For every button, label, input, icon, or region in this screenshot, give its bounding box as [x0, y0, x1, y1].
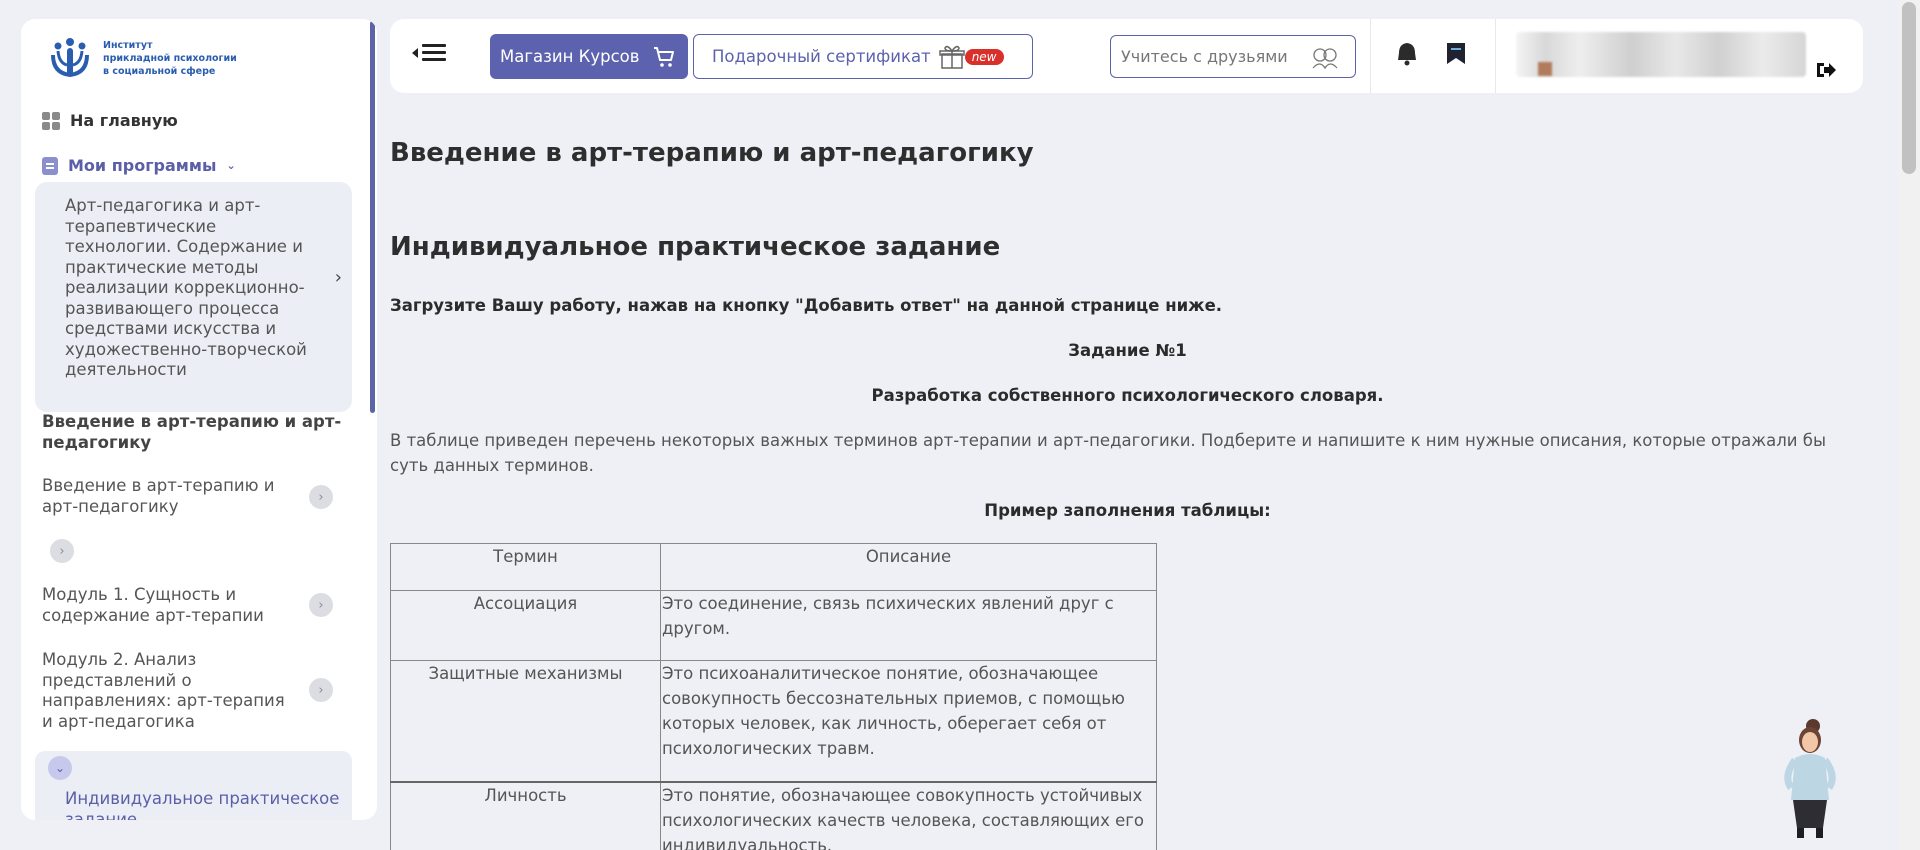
chat-icon[interactable] [1444, 41, 1468, 67]
nav-my-programs[interactable]: Мои программы ⌄ [42, 156, 236, 175]
logo-line-2: прикладной психологии [103, 52, 237, 64]
top-bar: Магазин Курсов Подарочный сертификат new [390, 19, 1863, 93]
sidebar-item-label: Введение в арт-терапию и арт-педагогику [42, 476, 275, 516]
chevron-right-icon[interactable]: › [309, 593, 333, 617]
divider [1370, 19, 1371, 93]
chevron-right-icon[interactable]: › [50, 539, 74, 563]
shop-courses-button[interactable]: Магазин Курсов [490, 34, 688, 79]
new-badge: new [964, 48, 1004, 65]
table-cell-term: Ассоциация [390, 590, 661, 661]
chevron-down-icon: ⌄ [226, 159, 236, 172]
dashboard-icon [42, 111, 60, 130]
chevron-right-icon[interactable]: › [309, 485, 333, 509]
task-number: Задание №1 [1068, 341, 1187, 360]
table-row: Ассоциация Это соединение, связь психиче… [390, 590, 1157, 661]
friends-icon [1312, 47, 1338, 69]
logo-line-3: в социальной сфере [103, 65, 216, 77]
shop-courses-label: Магазин Курсов [500, 47, 640, 66]
table-header-row: Термин Описание [390, 543, 1157, 591]
divider [1495, 19, 1496, 93]
task-description: В таблице приведен перечень некоторых ва… [390, 431, 1826, 475]
sidebar-item-label: Модуль 2. Анализ представлений о направл… [42, 650, 285, 731]
program-title: Арт-педагогика и арт-терапевтические тех… [65, 196, 307, 379]
chevron-down-icon[interactable]: ⌄ [48, 756, 72, 780]
invite-friends-field[interactable] [1110, 35, 1356, 78]
logout-icon[interactable] [1815, 61, 1837, 79]
chevron-right-icon[interactable]: › [309, 678, 333, 702]
nav-home-label: На главную [70, 111, 178, 130]
sidebar-item-module-1[interactable]: Модуль 1. Сущность и содержание арт-тера… [42, 585, 342, 626]
section-title: Введение в арт-терапию и арт-педагогику [42, 412, 342, 452]
program-card[interactable]: Арт-педагогика и арт-терапевтические тех… [35, 182, 352, 412]
menu-toggle-button[interactable] [412, 44, 446, 61]
sidebar: Институт прикладной психологии в социаль… [21, 19, 377, 820]
institute-logo[interactable]: Институт прикладной психологии в социаль… [45, 33, 237, 83]
user-profile-blurred[interactable] [1516, 32, 1806, 77]
table-cell-description: Это соединение, связь психических явлени… [660, 590, 1157, 661]
assistant-mascot-icon[interactable] [1777, 716, 1843, 840]
page-scrollbar-thumb[interactable] [1902, 2, 1916, 174]
table-cell-description: Это понятие, обозначающее совокупность у… [660, 781, 1157, 850]
sidebar-item-intro[interactable]: Введение в арт-терапию и арт-педагогику [42, 476, 342, 517]
nav-my-programs-label: Мои программы [68, 156, 217, 175]
example-title: Пример заполнения таблицы: [984, 501, 1271, 520]
collapse-arrow-icon [412, 47, 418, 58]
hamburger-icon [422, 44, 446, 61]
page-scrollbar[interactable] [1898, 0, 1920, 850]
page-subtitle: Индивидуальное практическое задание [390, 232, 1001, 262]
nav-home[interactable]: На главную [42, 111, 178, 130]
table-cell-term: Защитные механизмы [390, 660, 661, 782]
invite-friends-input[interactable] [1121, 47, 1311, 66]
sidebar-item-label: Модуль 1. Сущность и содержание арт-тера… [42, 585, 264, 625]
table-cell-term: Личность [390, 781, 661, 850]
example-table: Термин Описание Ассоциация Это соединени… [390, 543, 1157, 850]
table-header-description: Описание [660, 543, 1157, 591]
institute-logo-text: Институт прикладной психологии в социаль… [103, 39, 237, 78]
sidebar-item-active[interactable]: ⌄ Индивидуальное практическое задание [35, 751, 352, 820]
institute-logo-icon [51, 38, 89, 78]
sidebar-item-active-label: Индивидуальное практическое задание [65, 789, 340, 820]
gift-certificate-button[interactable]: Подарочный сертификат new [693, 34, 1033, 79]
upload-instruction: Загрузите Вашу работу, нажав на кнопку "… [390, 296, 1223, 315]
bell-icon[interactable] [1395, 41, 1419, 67]
page-title: Введение в арт-терапию и арт-педагогику [390, 138, 1034, 168]
cart-icon [653, 46, 674, 67]
task-title: Разработка собственного психологического… [871, 386, 1384, 405]
chevron-right-icon: › [334, 267, 342, 288]
table-cell-description: Это психоаналитическое понятие, обознача… [660, 660, 1157, 782]
table-row: Личность Это понятие, обозначающее совок… [390, 781, 1157, 850]
table-header-term: Термин [390, 543, 661, 591]
logo-line-1: Институт [103, 39, 153, 51]
gift-icon [938, 45, 965, 69]
document-icon [42, 156, 58, 175]
sidebar-scrollbar[interactable] [370, 21, 375, 413]
gift-certificate-label: Подарочный сертификат [712, 47, 931, 66]
sidebar-item-module-2[interactable]: Модуль 2. Анализ представлений о направл… [42, 650, 342, 732]
table-row: Защитные механизмы Это психоаналитическо… [390, 660, 1157, 782]
